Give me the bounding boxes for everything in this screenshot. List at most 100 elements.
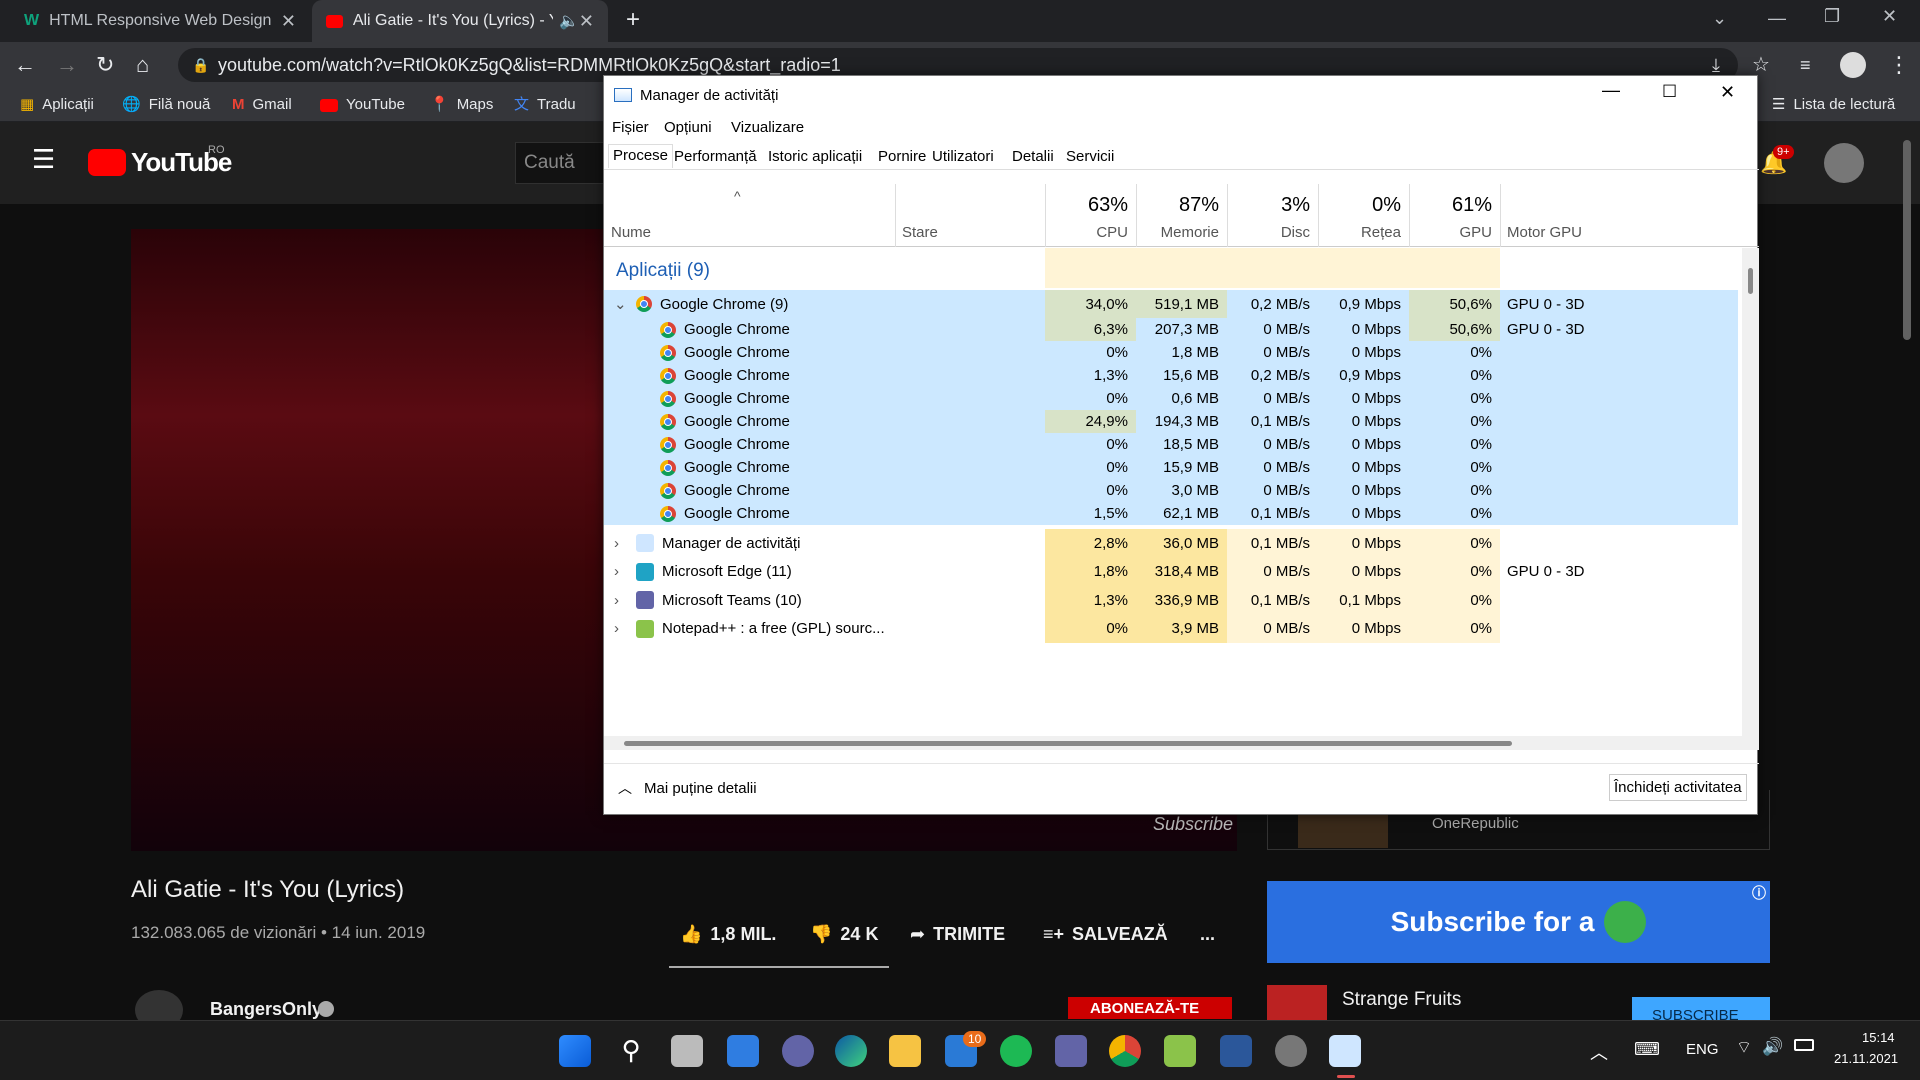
fewer-details-link[interactable]: Mai puține detalii xyxy=(644,780,757,797)
close-tab-icon[interactable]: ✕ xyxy=(579,11,594,32)
horizontal-scrollbar[interactable] xyxy=(604,736,1759,750)
subscribe-button[interactable]: ABONEAZĂ-TE xyxy=(1068,997,1232,1019)
column-cpu[interactable]: 63% CPU xyxy=(1045,184,1136,247)
scroll-thumb[interactable] xyxy=(624,741,1512,746)
settings-gear-icon[interactable] xyxy=(1275,1035,1307,1067)
task-manager-icon[interactable] xyxy=(1329,1035,1361,1067)
minimize-icon[interactable]: — xyxy=(1602,80,1620,101)
speaker-icon[interactable]: 🔈 xyxy=(559,11,579,31)
process-row[interactable]: Google Chrome 1,3% 15,6 MB 0,2 MB/s 0,9 Mbps… xyxy=(604,364,1738,387)
minimize-icon[interactable]: — xyxy=(1768,8,1786,29)
process-row[interactable]: Google Chrome 0% 1,8 MB 0 MB/s 0 Mbps 0% xyxy=(604,341,1738,364)
home-icon[interactable]: ⌂ xyxy=(136,42,149,88)
column-name[interactable]: Nume xyxy=(611,224,651,241)
process-group-row[interactable]: ⌄ Google Chrome (9) 34,0% 519,1 MB 0,2 MB/s 0… xyxy=(604,290,1738,318)
back-icon[interactable]: ← xyxy=(14,42,36,88)
title-bar[interactable]: Manager de activități — ☐ ✕ xyxy=(604,76,1759,114)
process-row[interactable]: Google Chrome 0% 3,0 MB 0 MB/s 0 Mbps 0% xyxy=(604,479,1738,502)
tab-users[interactable]: Utilizatori xyxy=(928,146,998,170)
channel-name[interactable]: BangersOnly xyxy=(210,999,322,1020)
hamburger-menu-icon[interactable]: ☰ xyxy=(32,144,55,175)
profile-avatar[interactable] xyxy=(1840,52,1866,78)
column-memory[interactable]: 87% Memorie xyxy=(1136,184,1227,247)
dislike-button[interactable]: 👎 24 K xyxy=(810,924,878,945)
menu-view[interactable]: Vizualizare xyxy=(731,119,804,136)
tab-app-history[interactable]: Istoric aplicații xyxy=(764,146,866,170)
tab-services[interactable]: Servicii xyxy=(1062,146,1118,170)
clock-time[interactable]: 15:14 xyxy=(1862,1030,1895,1045)
bookmark-youtube[interactable]: YouTube xyxy=(320,88,405,122)
more-actions-button[interactable]: ... xyxy=(1200,924,1215,945)
page-scrollbar[interactable] xyxy=(1903,140,1911,340)
like-button[interactable]: 👍 1,8 MIL. xyxy=(680,924,776,945)
search-icon[interactable]: ⚲ xyxy=(615,1035,647,1067)
column-disk[interactable]: 3% Disc xyxy=(1227,184,1318,247)
volume-icon[interactable]: 🔊 xyxy=(1762,1037,1783,1057)
battery-icon[interactable] xyxy=(1794,1039,1814,1051)
chrome-icon[interactable] xyxy=(1109,1035,1141,1067)
process-row[interactable]: Google Chrome 1,5% 62,1 MB 0,1 MB/s 0 Mbps 0% xyxy=(604,502,1738,525)
account-avatar[interactable] xyxy=(1824,143,1864,183)
process-row[interactable]: Google Chrome 0% 18,5 MB 0 MB/s 0 Mbps 0% xyxy=(604,433,1738,456)
column-gpu[interactable]: 61% GPU xyxy=(1409,184,1500,247)
keyboard-icon[interactable]: ⌨ xyxy=(1634,1039,1660,1060)
reading-list[interactable]: ☰ Lista de lectură xyxy=(1772,88,1895,122)
wifi-icon[interactable]: ⌔ xyxy=(1736,1037,1752,1058)
chevron-up-icon[interactable]: ︿ xyxy=(618,778,632,798)
media-control-icon[interactable]: ≡ xyxy=(1800,42,1811,88)
chevron-right-icon[interactable]: › xyxy=(614,563,628,580)
tab-html-responsive[interactable]: W HTML Responsive Web Design ✕ xyxy=(10,0,310,42)
column-network[interactable]: 0% Rețea xyxy=(1318,184,1409,247)
close-window-icon[interactable]: ✕ xyxy=(1720,82,1735,103)
ad-banner[interactable]: Subscribe for a ⓘ xyxy=(1267,881,1770,963)
language-indicator[interactable]: ENG xyxy=(1686,1041,1719,1058)
search-input[interactable]: Caută xyxy=(515,142,605,184)
close-window-icon[interactable]: ✕ xyxy=(1882,6,1897,27)
chevron-right-icon[interactable]: › xyxy=(614,535,628,552)
subscribe-watermark[interactable]: Subscribe xyxy=(1153,814,1233,835)
tab-search-icon[interactable]: ⌄ xyxy=(1712,8,1727,29)
reload-icon[interactable]: ↻ xyxy=(96,42,114,88)
notepadpp-icon[interactable] xyxy=(1164,1035,1196,1067)
process-row[interactable]: Google Chrome 6,3% 207,3 MB 0 MB/s 0 Mbps 50,… xyxy=(604,318,1738,341)
youtube-logo-icon[interactable] xyxy=(88,149,126,176)
tab-youtube[interactable]: Ali Gatie - It's You (Lyrics) - Yo 🔈 ✕ xyxy=(312,0,608,42)
vertical-scrollbar[interactable] xyxy=(1742,248,1759,736)
chevron-right-icon[interactable]: › xyxy=(614,592,628,609)
chevron-down-icon[interactable]: ⌄ xyxy=(614,295,628,313)
chat-icon[interactable] xyxy=(782,1035,814,1067)
end-task-button[interactable]: Închideți activitatea xyxy=(1609,774,1747,801)
process-row[interactable]: Google Chrome 0% 15,9 MB 0 MB/s 0 Mbps 0% xyxy=(604,456,1738,479)
word-icon[interactable] xyxy=(1220,1035,1252,1067)
forward-icon[interactable]: → xyxy=(56,42,78,88)
menu-icon[interactable]: ⋮ xyxy=(1888,42,1910,88)
process-row[interactable]: Google Chrome 24,9% 194,3 MB 0,1 MB/s 0 Mbps… xyxy=(604,410,1738,433)
channel-thumbnail[interactable] xyxy=(1267,985,1327,1023)
bookmark-new-tab[interactable]: 🌐 Filă nouă xyxy=(122,88,210,122)
task-view-icon[interactable] xyxy=(671,1035,703,1067)
process-row[interactable]: › Microsoft Edge (11) 1,8% 318,4 MB 0 MB/s 0 … xyxy=(604,557,1738,586)
close-tab-icon[interactable]: ✕ xyxy=(281,11,296,32)
chevron-right-icon[interactable]: › xyxy=(614,620,628,637)
tab-startup[interactable]: Pornire xyxy=(874,146,930,170)
menu-options[interactable]: Opțiuni xyxy=(664,119,712,136)
scroll-thumb[interactable] xyxy=(1748,268,1753,294)
column-gpu-engine[interactable]: Motor GPU xyxy=(1500,184,1740,247)
recommended-channel-title[interactable]: Strange Fruits xyxy=(1342,989,1461,1011)
recommendation-channel[interactable]: OneRepublic xyxy=(1432,815,1519,832)
widgets-icon[interactable] xyxy=(727,1035,759,1067)
chevron-up-icon[interactable]: ︿ xyxy=(1590,1039,1608,1065)
column-status[interactable]: Stare xyxy=(895,184,1045,247)
info-icon[interactable]: ⓘ xyxy=(1752,883,1766,903)
share-button[interactable]: ➦ TRIMITE xyxy=(910,924,1005,945)
process-row[interactable]: › Notepad++ : a free (GPL) sourc... 0% 3,9 … xyxy=(604,614,1738,643)
teams-icon[interactable] xyxy=(1055,1035,1087,1067)
clock-date[interactable]: 21.11.2021 xyxy=(1834,1051,1898,1066)
restore-icon[interactable]: ❐ xyxy=(1824,6,1840,27)
tab-details[interactable]: Detalii xyxy=(1008,146,1058,170)
start-button-icon[interactable] xyxy=(559,1035,591,1067)
save-button[interactable]: ≡+ SALVEAZĂ xyxy=(1043,924,1168,945)
process-row[interactable]: Google Chrome 0% 0,6 MB 0 MB/s 0 Mbps 0% xyxy=(604,387,1738,410)
bookmark-gmail[interactable]: M Gmail xyxy=(232,88,292,122)
new-tab-button[interactable]: + xyxy=(626,6,640,34)
